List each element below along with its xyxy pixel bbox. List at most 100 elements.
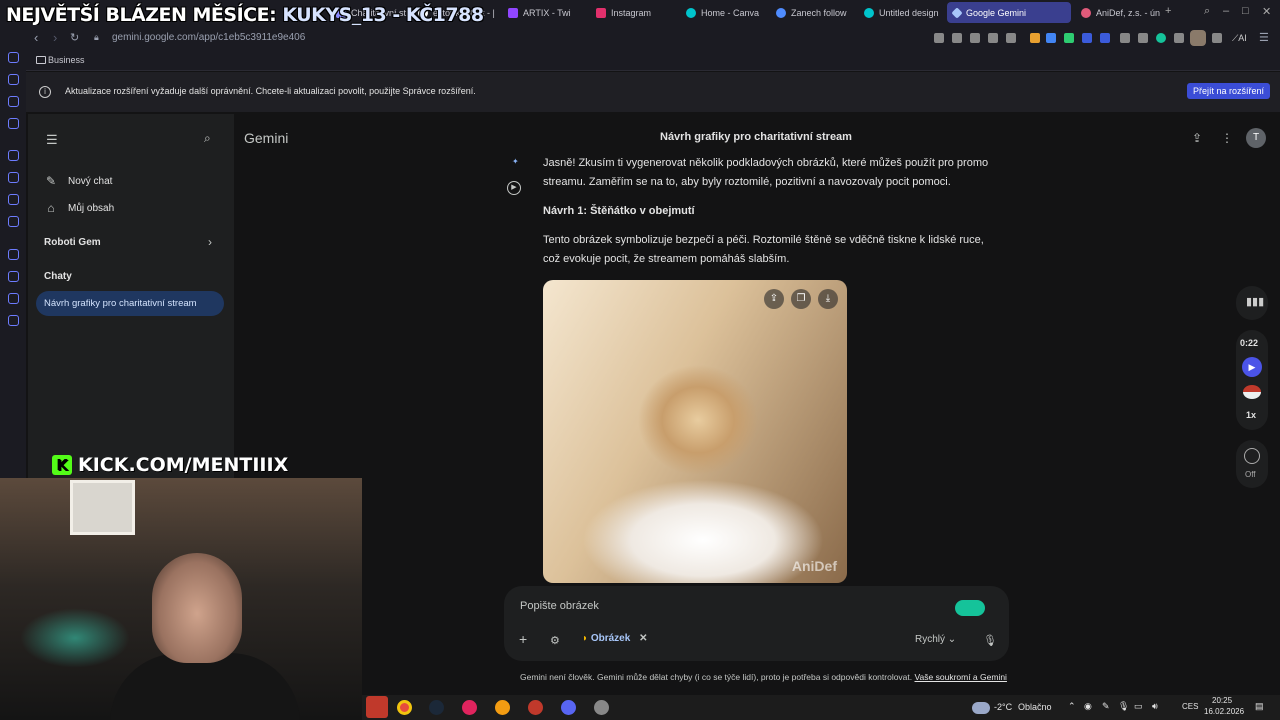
maximize-icon[interactable]: □ xyxy=(1242,5,1249,17)
sidebar-app-icon[interactable] xyxy=(8,74,19,85)
sidebar-app-icon[interactable] xyxy=(8,293,19,304)
app-title[interactable]: Gemini xyxy=(244,130,288,146)
share-icon[interactable]: ⇪ xyxy=(1192,131,1202,145)
play-icon[interactable] xyxy=(988,33,998,43)
back-icon[interactable]: ‹ xyxy=(34,30,38,45)
media-player-icon[interactable] xyxy=(462,700,477,715)
heart-icon[interactable] xyxy=(1006,33,1016,43)
sidebar-app-icon[interactable] xyxy=(8,96,19,107)
chat-item-active[interactable]: Návrh grafiky pro charitativní stream xyxy=(36,291,224,316)
chevron-up-icon[interactable]: ⌃ xyxy=(1068,701,1076,712)
search-tabs-icon[interactable]: ⌕ xyxy=(1204,5,1210,18)
gems-section[interactable]: Roboti Gem xyxy=(44,237,101,248)
settings-icon[interactable] xyxy=(8,315,19,326)
tab-google-gemini[interactable]: Google Gemini xyxy=(947,2,1071,23)
extension-icon[interactable] xyxy=(1082,33,1092,43)
sidebar-app-icon[interactable] xyxy=(8,249,19,260)
auto-read-toggle[interactable]: Off xyxy=(1236,440,1268,488)
url-field[interactable]: gemini.google.com/app/c1eb5c3911e9e406 xyxy=(112,32,305,43)
history-icon[interactable] xyxy=(8,271,19,282)
discord-icon[interactable] xyxy=(561,700,576,715)
mode-selector[interactable]: Rychlý ⌄ xyxy=(915,634,956,645)
privacy-link[interactable]: Vaše soukromí a Gemini xyxy=(915,672,1007,682)
sidebar-app-icon[interactable] xyxy=(8,52,19,63)
search-icon[interactable]: ⌕ xyxy=(204,131,211,146)
menu-icon[interactable]: ☰ xyxy=(1259,31,1269,44)
extension-icon[interactable] xyxy=(1120,33,1130,43)
ai-icon[interactable]: ⟋AI xyxy=(1232,33,1247,44)
translate-icon[interactable] xyxy=(970,33,980,43)
x-icon[interactable] xyxy=(8,216,19,227)
tab[interactable]: ARTIX - Twi xyxy=(502,2,587,23)
clock-time[interactable]: 20:25 xyxy=(1212,696,1232,705)
response-heading: Návrh 1: Štěňátko v obejmutí xyxy=(543,205,695,217)
forward-icon[interactable]: › xyxy=(53,30,57,45)
go-to-extensions-button[interactable]: Přejít na rozšíření xyxy=(1186,83,1270,99)
instagram-icon[interactable] xyxy=(8,194,19,205)
microphone-icon[interactable]: 🎙︎ xyxy=(1118,701,1129,712)
add-icon[interactable]: + xyxy=(519,631,527,647)
extension-icon[interactable] xyxy=(1138,33,1148,43)
obs-icon[interactable] xyxy=(495,700,510,715)
grammarly-icon[interactable] xyxy=(955,600,985,616)
bookmark-icon[interactable] xyxy=(934,33,944,43)
copy-icon[interactable]: ❐ xyxy=(791,289,811,309)
share-icon[interactable]: ⇪ xyxy=(764,289,784,309)
messenger-icon[interactable] xyxy=(8,172,19,183)
extension-icon[interactable] xyxy=(1030,33,1040,43)
opera-icon[interactable] xyxy=(366,696,388,718)
profile-avatar[interactable] xyxy=(1190,30,1206,46)
close-icon[interactable]: ✕ xyxy=(639,633,647,644)
tray-icon[interactable]: ◉ xyxy=(1084,701,1092,712)
tab[interactable]: AniDef, z.s. - ún xyxy=(1075,2,1160,23)
prompt-placeholder[interactable]: Popište obrázek xyxy=(520,600,599,612)
read-aloud-rail: ▮▮▮ 0:22 ▶ 1x Off xyxy=(1236,286,1268,488)
extensions-puzzle-icon[interactable] xyxy=(1174,33,1184,43)
tab[interactable]: Untitled design xyxy=(858,2,943,23)
new-chat-button[interactable]: ✎ Nový chat xyxy=(44,174,113,188)
tab[interactable]: Instagram xyxy=(590,2,675,23)
grammarly-icon[interactable] xyxy=(1156,33,1166,43)
volume-icon[interactable]: 🔊︎ xyxy=(1152,701,1158,712)
overlay-title-prefix: NEJVĚTŠÍ BLÁZEN MĚSÍCE: xyxy=(6,4,277,26)
extension-icon[interactable] xyxy=(1046,33,1056,43)
avatar[interactable]: T xyxy=(1246,128,1266,148)
playback-speed[interactable]: 1x xyxy=(1246,410,1256,420)
my-content-button[interactable]: ⌂ Můj obsah xyxy=(44,201,114,215)
screenshot-icon[interactable] xyxy=(952,33,962,43)
network-icon[interactable]: ▭ xyxy=(1134,701,1143,712)
image-tool-chip[interactable]: ◗ Obrázek ✕ xyxy=(582,633,647,644)
bookmark-folder[interactable]: Business xyxy=(48,55,85,65)
audio-wave-icon[interactable]: ▮▮▮ xyxy=(1236,286,1268,320)
menu-icon[interactable]: ☰ xyxy=(46,132,58,148)
extension-icon[interactable] xyxy=(1064,33,1074,43)
chrome-icon[interactable] xyxy=(397,700,412,715)
download-icon[interactable]: ⤓ xyxy=(818,289,838,309)
reload-icon[interactable]: ↻ xyxy=(70,31,79,44)
sidebar-app-icon[interactable] xyxy=(8,118,19,129)
steam-icon[interactable] xyxy=(429,700,444,715)
play-response-icon[interactable]: ▶ xyxy=(507,181,521,195)
app-icon[interactable] xyxy=(528,700,543,715)
app-icon[interactable] xyxy=(594,700,609,715)
tray-icon[interactable]: ✎ xyxy=(1102,701,1110,712)
tab[interactable]: Home - Canva xyxy=(680,2,765,23)
chevron-right-icon[interactable]: › xyxy=(208,235,212,249)
notifications-icon[interactable]: ▤ xyxy=(1255,701,1264,712)
close-icon[interactable]: ✕ xyxy=(1262,5,1271,18)
minimize-icon[interactable]: – xyxy=(1223,5,1229,17)
more-options-icon[interactable]: ⋮ xyxy=(1221,131,1233,145)
new-tab-icon[interactable]: + xyxy=(1165,5,1171,17)
tab[interactable]: Zanech follow xyxy=(770,2,855,23)
microphone-icon[interactable]: 🎙︎ xyxy=(983,634,997,647)
prompt-input[interactable]: Popište obrázek + ⚙︎ ◗ Obrázek ✕ Rychlý … xyxy=(504,586,1009,661)
twitch-icon[interactable] xyxy=(8,150,19,161)
generated-image[interactable]: ⇪ ❐ ⤓ AniDef xyxy=(543,280,847,583)
us-flag-icon[interactable] xyxy=(1243,385,1261,399)
clock-date[interactable]: 16.02.2026 xyxy=(1204,707,1244,716)
play-button[interactable]: ▶ xyxy=(1242,357,1262,377)
extension-icon[interactable] xyxy=(1100,33,1110,43)
download-icon[interactable] xyxy=(1212,33,1222,43)
tools-icon[interactable]: ⚙︎ xyxy=(550,634,560,647)
language-indicator[interactable]: CES xyxy=(1182,702,1198,711)
